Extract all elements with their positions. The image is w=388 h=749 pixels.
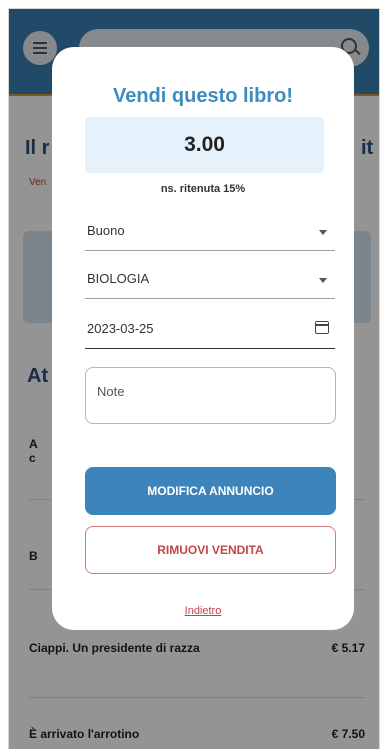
condition-value: Buono <box>87 223 125 238</box>
subject-select[interactable]: BIOLOGIA <box>85 261 335 299</box>
dialog-title: Vendi questo libro! <box>112 85 293 107</box>
chevron-down-icon <box>319 278 327 283</box>
notes-placeholder: Note <box>97 384 125 399</box>
remove-sale-button[interactable]: RIMUOVI VENDITA <box>85 526 336 574</box>
calendar-icon[interactable] <box>315 321 329 334</box>
chevron-down-icon <box>319 230 327 235</box>
sell-book-dialog: Vendi questo libro! 3.00 ns. ritenuta 15… <box>52 47 354 630</box>
price-display[interactable]: 3.00 <box>85 117 324 173</box>
date-field[interactable]: 2023-03-25 <box>85 311 335 349</box>
notes-textarea[interactable]: Note <box>85 367 336 424</box>
fee-note: ns. ritenuta 15% <box>160 183 246 195</box>
date-value: 2023-03-25 <box>87 321 154 336</box>
edit-listing-button[interactable]: MODIFICA ANNUNCIO <box>85 467 336 515</box>
condition-select[interactable]: Buono <box>85 213 335 251</box>
back-link[interactable]: Indietro <box>52 605 354 617</box>
app-frame: Il r it Ven At A c B Ciappi. Un presiden… <box>8 8 380 749</box>
subject-value: BIOLOGIA <box>87 271 150 286</box>
